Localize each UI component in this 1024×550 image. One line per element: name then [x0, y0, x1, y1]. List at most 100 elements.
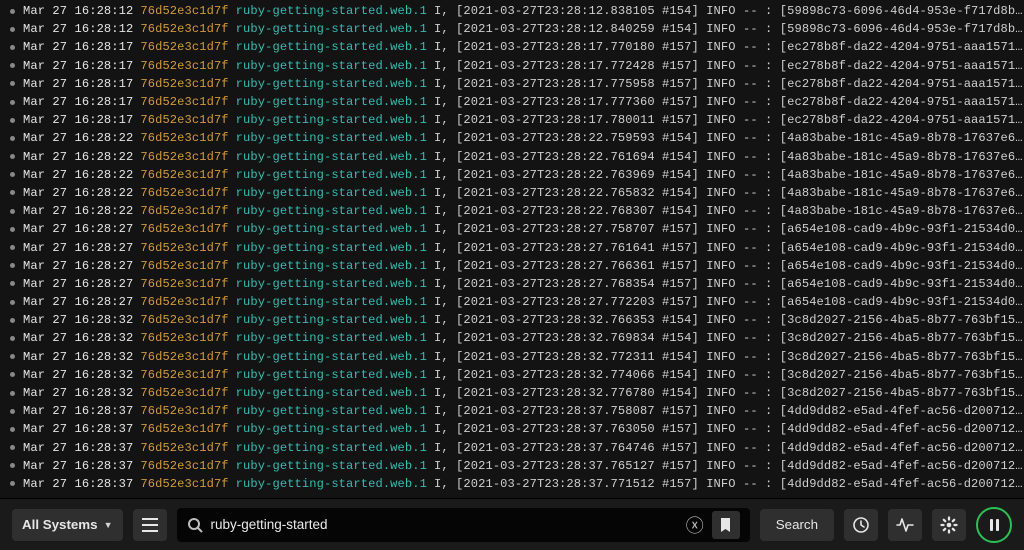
pause-tail-button[interactable] [976, 507, 1012, 543]
log-row[interactable]: Mar 27 16:28:12 76d52e3c1d7f ruby-getting-… [6, 2, 1024, 20]
log-row[interactable]: Mar 27 16:28:1776d52e3c1d7fruby-getting-… [6, 111, 1024, 129]
log-message: I, [2021-03-27T23:28:37.771512 #157] INF… [434, 477, 1024, 491]
menu-icon [142, 518, 158, 532]
log-row[interactable]: Mar 27 16:28:3776d52e3c1d7fruby-getting-… [6, 402, 1024, 420]
log-timestamp: Mar 27 16:28:17 [23, 113, 133, 127]
log-commit-hash: 76d52e3c1d7f [140, 222, 228, 236]
log-row[interactable]: Mar 27 16:28:3276d52e3c1d7fruby-getting-… [6, 348, 1024, 366]
log-commit-hash: 76d52e3c1d7f [140, 441, 228, 455]
log-row[interactable]: Mar 27 16:28:3276d52e3c1d7fruby-getting-… [6, 366, 1024, 384]
log-row[interactable]: Mar 27 16:28:2276d52e3c1d7fruby-getting-… [6, 148, 1024, 166]
log-commit-hash: 76d52e3c1d7f [140, 131, 228, 145]
log-dyno: ruby-getting-started.web.1 [236, 259, 427, 273]
status-dot-icon [10, 136, 15, 141]
log-message: I, [2021-03-27T23:28:22.765832 #154] INF… [434, 186, 1024, 200]
log-row[interactable]: Mar 27 16:28:3776d52e3c1d7fruby-getting-… [6, 439, 1024, 457]
search-button[interactable]: Search [760, 509, 834, 541]
log-commit-hash: 76d52e3c1d7f [140, 313, 228, 327]
log-dyno: ruby-getting-started.web.1 [236, 186, 427, 200]
log-commit-hash: 76d52e3c1d7f [140, 22, 228, 36]
search-input[interactable] [211, 517, 678, 532]
status-dot-icon [10, 45, 15, 50]
log-dyno: ruby-getting-started.web.1 [236, 113, 427, 127]
status-dot-icon [10, 281, 15, 286]
log-dyno: ruby-getting-started.web.1 [236, 295, 427, 309]
log-timestamp: Mar 27 16:28:22 [23, 150, 133, 164]
systems-dropdown[interactable]: All Systems ▼ [12, 509, 123, 541]
log-row[interactable]: Mar 27 16:28:3276d52e3c1d7fruby-getting-… [6, 311, 1024, 329]
log-commit-hash: 76d52e3c1d7f [140, 386, 228, 400]
log-message: I, [2021-03-27T23:28:32.776780 #154] INF… [434, 386, 1024, 400]
status-dot-icon [10, 245, 15, 250]
clear-icon[interactable]: ⓧ [686, 512, 704, 538]
log-row[interactable]: Mar 27 16:28:2276d52e3c1d7fruby-getting-… [6, 202, 1024, 220]
log-row[interactable]: Mar 27 16:28:3276d52e3c1d7fruby-getting-… [6, 329, 1024, 347]
log-row[interactable]: Mar 27 16:28:2776d52e3c1d7fruby-getting-… [6, 293, 1024, 311]
search-icon [187, 517, 203, 533]
settings-button[interactable] [932, 509, 966, 541]
search-field[interactable]: ⓧ [177, 508, 750, 542]
log-timestamp: Mar 27 16:28:27 [23, 295, 133, 309]
menu-button[interactable] [133, 509, 167, 541]
log-commit-hash: 76d52e3c1d7f [140, 368, 228, 382]
log-commit-hash: 76d52e3c1d7f [140, 331, 228, 345]
log-row[interactable]: Mar 27 16:28:2276d52e3c1d7fruby-getting-… [6, 166, 1024, 184]
log-dyno: ruby-getting-started.web.1 [236, 386, 427, 400]
log-row[interactable]: Mar 27 16:28:3776d52e3c1d7fruby-getting-… [6, 457, 1024, 475]
log-dyno: ruby-getting-started.web.1 [236, 241, 427, 255]
log-row[interactable]: Mar 27 16:28:2276d52e3c1d7fruby-getting-… [6, 184, 1024, 202]
log-message: I, [2021-03-27T23:28:12.838105 #154] INF… [434, 4, 1024, 18]
status-dot-icon [10, 427, 15, 432]
log-row[interactable]: Mar 27 16:28:1776d52e3c1d7fruby-getting-… [6, 38, 1024, 56]
log-dyno: ruby-getting-started.web.1 [236, 222, 427, 236]
bookmark-button[interactable] [712, 511, 740, 539]
log-timestamp: Mar 27 16:28:22 [23, 186, 133, 200]
activity-button[interactable] [888, 509, 922, 541]
status-dot-icon [10, 336, 15, 341]
log-timestamp: Mar 27 16:28:22 [23, 131, 133, 145]
log-row[interactable]: Mar 27 16:28:3276d52e3c1d7fruby-getting-… [6, 384, 1024, 402]
log-row[interactable]: Mar 27 16:28:1776d52e3c1d7fruby-getting-… [6, 57, 1024, 75]
log-dyno: ruby-getting-started.web.1 [236, 350, 427, 364]
status-dot-icon [10, 263, 15, 268]
history-button[interactable] [844, 509, 878, 541]
status-dot-icon [10, 118, 15, 123]
log-message: I, [2021-03-27T23:28:37.763050 #157] INF… [434, 422, 1024, 436]
log-row[interactable]: Mar 27 16:28:2776d52e3c1d7fruby-getting-… [6, 220, 1024, 238]
log-timestamp: Mar 27 16:28:17 [23, 40, 133, 54]
log-row[interactable]: Mar 27 16:28:1776d52e3c1d7fruby-getting-… [6, 93, 1024, 111]
log-viewport[interactable]: Mar 27 16:28:12 76d52e3c1d7f ruby-getting-… [0, 0, 1024, 498]
activity-icon [896, 516, 914, 534]
log-message: I, [2021-03-27T23:28:27.772203 #157] INF… [434, 295, 1024, 309]
log-commit-hash: 76d52e3c1d7f [140, 259, 228, 273]
log-row[interactable]: Mar 27 16:28:3776d52e3c1d7fruby-getting-… [6, 475, 1024, 493]
log-commit-hash: 76d52e3c1d7f [140, 4, 228, 18]
log-row[interactable]: Mar 27 16:28:2776d52e3c1d7fruby-getting-… [6, 275, 1024, 293]
log-timestamp: Mar 27 16:28:12 [23, 4, 133, 18]
log-row[interactable]: Mar 27 16:28:2776d52e3c1d7fruby-getting-… [6, 238, 1024, 256]
status-dot-icon [10, 172, 15, 177]
systems-label: All Systems [22, 517, 98, 532]
status-dot-icon [10, 318, 15, 323]
log-commit-hash: 76d52e3c1d7f [140, 241, 228, 255]
log-dyno: ruby-getting-started.web.1 [236, 313, 427, 327]
status-dot-icon [10, 100, 15, 105]
log-row[interactable]: Mar 27 16:28:3776d52e3c1d7fruby-getting-… [6, 420, 1024, 438]
log-commit-hash: 76d52e3c1d7f [140, 40, 228, 54]
pause-icon [990, 519, 999, 531]
log-dyno: ruby-getting-started.web.1 [236, 4, 427, 18]
status-dot-icon [10, 209, 15, 214]
status-dot-icon [10, 63, 15, 68]
log-dyno: ruby-getting-started.web.1 [236, 95, 427, 109]
status-dot-icon [10, 81, 15, 86]
log-row[interactable]: Mar 27 16:28:2776d52e3c1d7fruby-getting-… [6, 257, 1024, 275]
log-row[interactable]: Mar 27 16:28:2276d52e3c1d7fruby-getting-… [6, 129, 1024, 147]
status-dot-icon [10, 354, 15, 359]
log-commit-hash: 76d52e3c1d7f [140, 404, 228, 418]
log-commit-hash: 76d52e3c1d7f [140, 204, 228, 218]
log-message: I, [2021-03-27T23:28:32.774066 #154] INF… [434, 368, 1024, 382]
log-row[interactable]: Mar 27 16:28:1276d52e3c1d7fruby-getting-… [6, 20, 1024, 38]
log-timestamp: Mar 27 16:28:12 [23, 22, 133, 36]
log-row[interactable]: Mar 27 16:28:1776d52e3c1d7fruby-getting-… [6, 75, 1024, 93]
log-message: I, [2021-03-27T23:28:17.780011 #157] INF… [434, 113, 1024, 127]
